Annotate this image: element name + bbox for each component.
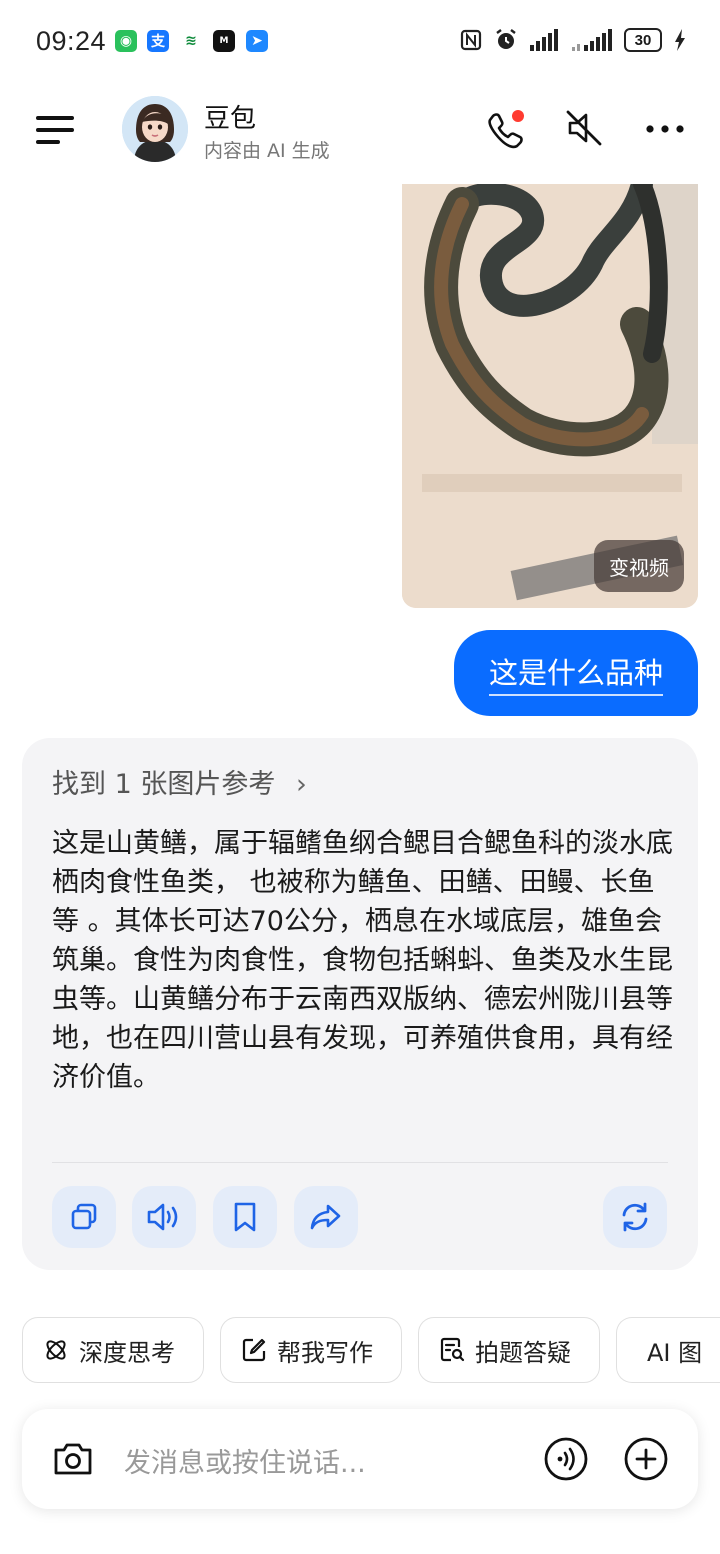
chip-photo-question[interactable]: 拍题答疑: [418, 1317, 600, 1383]
alarm-icon: [496, 29, 516, 49]
battery-level: 30: [624, 28, 662, 52]
image-reference-link[interactable]: 找到 1 张图片参考 ›: [52, 762, 307, 801]
read-aloud-button[interactable]: [132, 1186, 196, 1248]
bookmark-icon: [234, 1202, 256, 1232]
message-input[interactable]: 发消息或按住说话...: [124, 1441, 366, 1480]
doubao-avatar-icon: [122, 96, 188, 162]
mute-button[interactable]: [564, 108, 604, 148]
chat-title: 豆包: [204, 104, 257, 134]
wechat-icon: ◉: [115, 30, 137, 52]
more-icon: [646, 125, 684, 133]
chip-deep-thinking[interactable]: 深度思考: [22, 1317, 204, 1383]
speaker-icon: [147, 1203, 178, 1231]
copy-icon: [71, 1203, 97, 1230]
more-button[interactable]: [644, 108, 684, 148]
ai-disclaimer: 内容由 AI 生成: [204, 140, 330, 162]
chip-label: 拍题答疑: [475, 1338, 571, 1367]
to-video-button[interactable]: 变视频: [594, 540, 684, 592]
chip-label: 帮我写作: [277, 1338, 373, 1367]
status-time: 09:24: [36, 26, 107, 56]
call-button[interactable]: [484, 108, 524, 149]
user-message-text: 这是什么品种: [488, 650, 663, 696]
speaker-off-icon: [566, 110, 602, 146]
voice-call-button[interactable]: [543, 1436, 589, 1482]
share-icon: [310, 1204, 341, 1230]
copy-button[interactable]: [52, 1186, 116, 1248]
post-icon: ≋: [180, 30, 202, 52]
bookmark-button[interactable]: [213, 1186, 277, 1248]
chip-label: 深度思考: [79, 1338, 175, 1367]
atom-icon: [46, 1340, 66, 1360]
divider: [52, 1162, 668, 1163]
chevron-right-icon: ›: [295, 769, 307, 800]
avatar[interactable]: [122, 96, 188, 162]
reference-text: 找到 1 张图片参考: [52, 769, 276, 800]
answer-text: 这是山黄鳝，属于辐鳍鱼纲合鳃目合鳃鱼科的淡水底栖肉食性鱼类， 也被称为鳝鱼、田鳝…: [52, 828, 673, 1093]
refresh-icon: [622, 1202, 648, 1232]
camera-button[interactable]: [50, 1436, 96, 1482]
chip-ai-image[interactable]: AI 图: [616, 1317, 720, 1383]
alipay-icon: 支: [147, 30, 169, 52]
chip-writing[interactable]: 帮我写作: [220, 1317, 402, 1383]
voice-wave-icon: [544, 1437, 588, 1481]
add-button[interactable]: [623, 1436, 669, 1482]
signal-icon: [530, 29, 558, 51]
signal2-icon: [572, 29, 612, 51]
moji-icon: M: [213, 30, 235, 52]
plus-circle-icon: [624, 1437, 668, 1481]
camera-icon: [54, 1443, 92, 1475]
charging-icon: [675, 29, 685, 51]
search-doc-icon: [440, 1337, 465, 1362]
menu-button[interactable]: [36, 116, 76, 146]
status-bar: 09:24 ◉ 支 ≋ M ➤ 30: [0, 0, 720, 84]
status-indicators: 30: [460, 28, 686, 52]
chip-label: AI 图: [647, 1338, 703, 1367]
nfc-icon: [460, 29, 482, 51]
arrow-app-icon: ➤: [246, 30, 268, 52]
edit-icon: [242, 1338, 266, 1362]
user-message-bubble[interactable]: 这是什么品种: [454, 630, 698, 716]
share-button[interactable]: [294, 1186, 358, 1248]
phone-icon: [488, 110, 524, 149]
regenerate-button[interactable]: [603, 1186, 667, 1248]
